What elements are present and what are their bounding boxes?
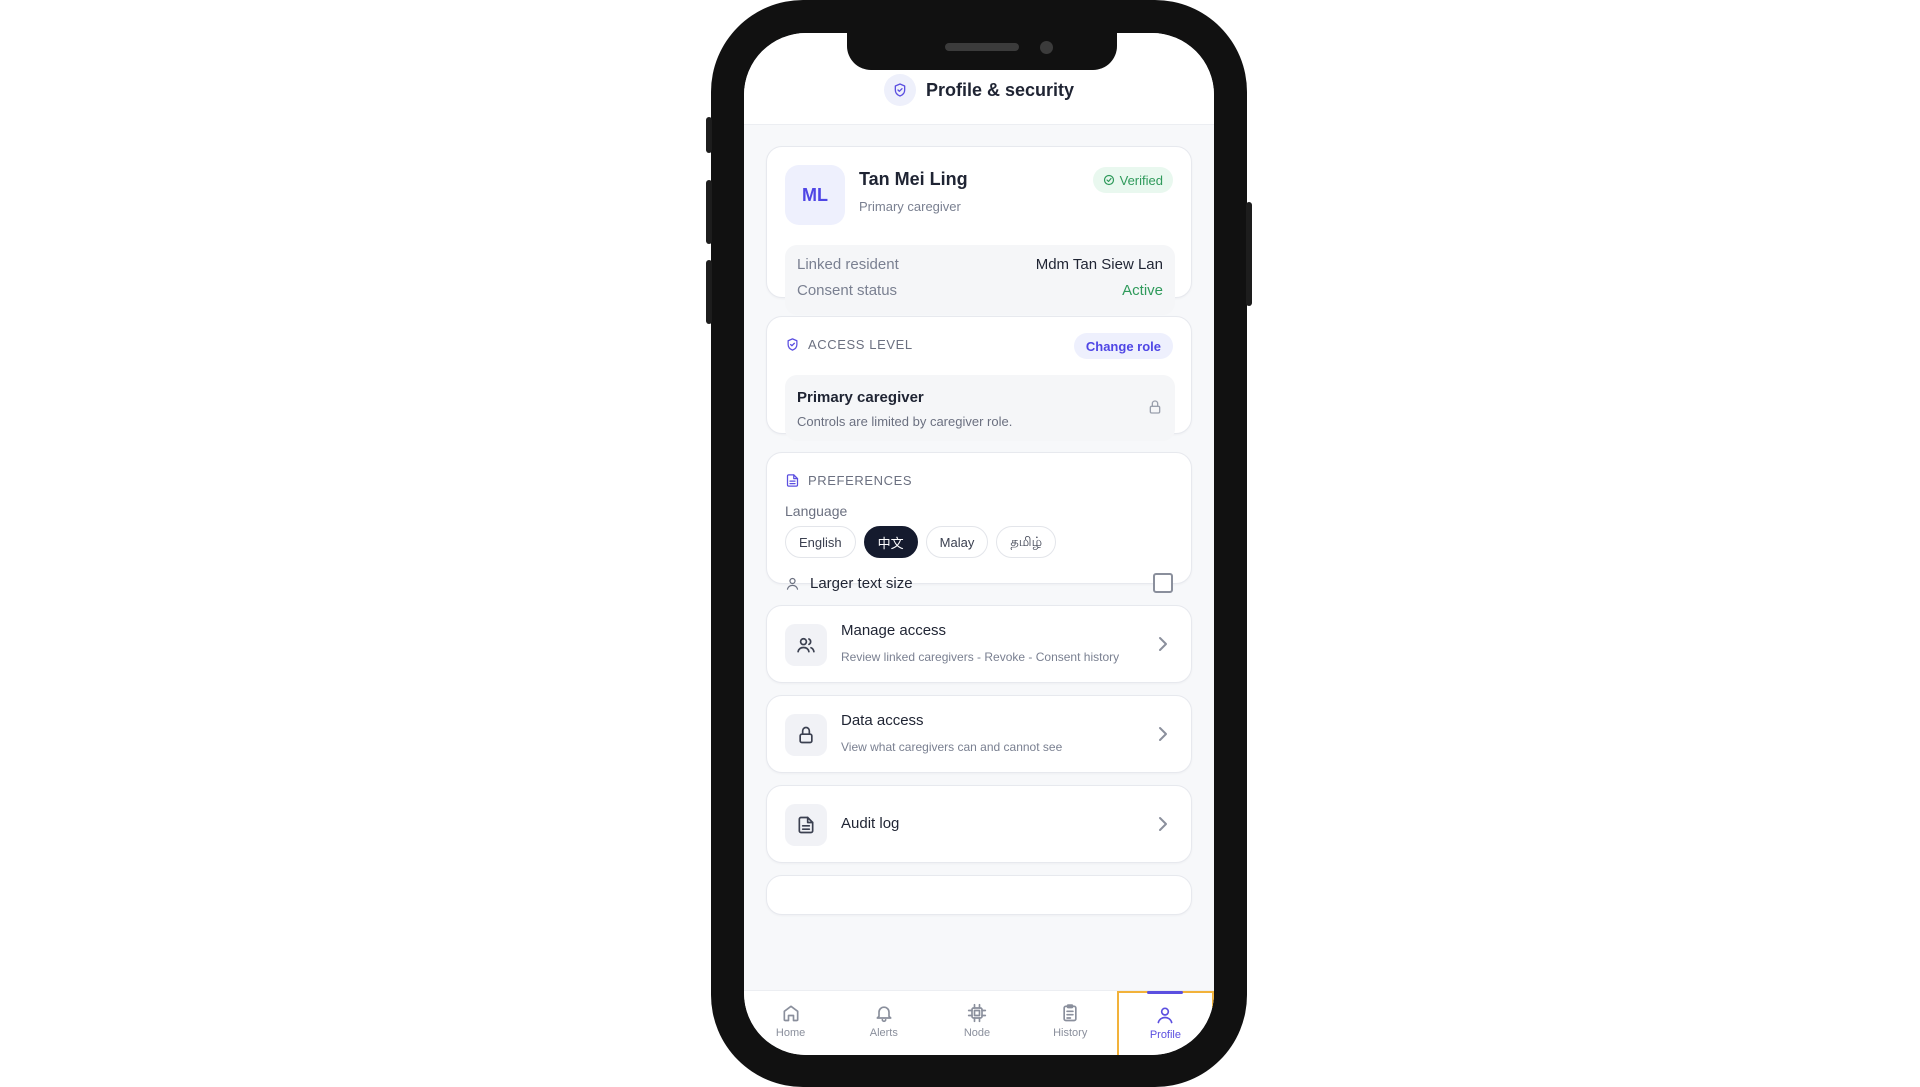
chevron-right-icon — [1157, 635, 1169, 658]
audit-log-title: Audit log — [841, 815, 900, 832]
phone-power-button — [1246, 202, 1252, 306]
nav-profile-label: Profile — [1149, 1029, 1181, 1041]
notch — [847, 33, 1117, 70]
lock-icon — [1147, 399, 1163, 420]
manage-access-subtitle: Review linked caregivers - Revoke - Cons… — [841, 650, 1120, 664]
next-list-item-partial[interactable] — [766, 875, 1192, 915]
nav-node[interactable]: Node — [930, 991, 1023, 1055]
page-title: Profile & security — [925, 79, 1075, 100]
consent-status-row: Consent status Active — [797, 282, 1163, 299]
phone-frame: Profile & security ML Tan Mei Ling Prima… — [706, 0, 1252, 1087]
preferences-title: PREFERENCES — [808, 473, 913, 488]
access-level-card: ACCESS LEVEL Change role Primary caregiv… — [766, 316, 1192, 441]
speaker — [945, 43, 1019, 51]
user-icon — [1157, 1007, 1173, 1024]
bell-icon — [876, 1006, 892, 1023]
document-icon — [785, 804, 827, 846]
profile-role: Primary caregiver — [859, 199, 961, 214]
shield-icon — [883, 74, 916, 106]
language-chip-tamil[interactable]: தமிழ் — [996, 526, 1057, 558]
bottom-nav: Home Alerts Node History Profile — [744, 990, 1214, 1055]
check-circle-icon — [1103, 174, 1114, 186]
manage-access-item[interactable]: Manage access Review linked caregivers -… — [766, 605, 1192, 683]
home-icon — [783, 1005, 799, 1022]
users-icon — [785, 624, 827, 666]
nav-history-label: History — [1053, 1027, 1088, 1039]
language-chip-chinese[interactable]: 中文 — [863, 526, 918, 558]
data-access-title: Data access — [841, 712, 924, 729]
linked-resident-row: Linked resident Mdm Tan Siew Lan — [797, 256, 1163, 273]
resident-info: Linked resident Mdm Tan Siew Lan Consent… — [785, 245, 1175, 315]
lock-icon — [785, 714, 827, 756]
language-label: Language — [785, 503, 848, 519]
language-chip-english[interactable]: English — [785, 526, 856, 558]
avatar: ML — [785, 165, 845, 225]
user-icon — [786, 577, 799, 590]
nav-home-label: Home — [775, 1027, 806, 1039]
chevron-right-icon — [1157, 725, 1169, 748]
preferences-card: PREFERENCES Language English 中文 Malay தம… — [766, 452, 1192, 593]
preferences-heading: PREFERENCES — [785, 473, 912, 488]
linked-resident-label: Linked resident — [797, 256, 899, 273]
profile-card: ML Tan Mei Ling Primary caregiver Verifi… — [766, 146, 1192, 315]
larger-text-row[interactable]: Larger text size — [785, 573, 1173, 593]
access-level-title: ACCESS LEVEL — [808, 337, 913, 352]
nav-profile[interactable]: Profile — [1116, 991, 1214, 1055]
data-access-subtitle: View what caregivers can and cannot see — [841, 740, 1063, 754]
phone-volume-down — [706, 260, 712, 324]
larger-text-label-group: Larger text size — [785, 575, 913, 592]
nav-alerts[interactable]: Alerts — [837, 991, 930, 1055]
nav-node-label: Node — [963, 1027, 991, 1039]
verified-label: Verified — [1119, 172, 1163, 188]
language-chips: English 中文 Malay தமிழ் — [785, 526, 1057, 558]
language-chip-malay[interactable]: Malay — [925, 526, 989, 558]
document-icon — [786, 474, 799, 487]
chip-icon — [967, 1003, 987, 1023]
consent-status-value: Active — [1122, 282, 1163, 299]
audit-log-item[interactable]: Audit log — [766, 785, 1192, 863]
data-access-item[interactable]: Data access View what caregivers can and… — [766, 695, 1192, 773]
consent-status-label: Consent status — [797, 282, 898, 299]
role-title: Primary caregiver — [797, 389, 924, 406]
phone-side-button — [706, 117, 712, 153]
header-title-group: Profile & security — [883, 74, 1075, 106]
role-box: Primary caregiver Controls are limited b… — [785, 375, 1175, 441]
clipboard-icon — [1063, 1004, 1077, 1022]
change-role-button[interactable]: Change role — [1073, 333, 1173, 359]
nav-alerts-label: Alerts — [869, 1027, 898, 1039]
camera — [1040, 41, 1053, 54]
phone-volume-up — [706, 180, 712, 244]
manage-access-title: Manage access — [841, 622, 947, 639]
nav-home[interactable]: Home — [744, 991, 837, 1055]
nav-history[interactable]: History — [1024, 991, 1117, 1055]
profile-name: Tan Mei Ling — [859, 169, 968, 189]
linked-resident-value: Mdm Tan Siew Lan — [1035, 256, 1163, 273]
shield-icon — [787, 338, 798, 351]
larger-text-checkbox[interactable] — [1153, 573, 1173, 593]
phone-screen: Profile & security ML Tan Mei Ling Prima… — [744, 33, 1214, 1055]
verified-badge: Verified — [1092, 167, 1173, 193]
larger-text-label: Larger text size — [810, 574, 913, 592]
role-description: Controls are limited by caregiver role. — [797, 414, 1013, 429]
chevron-right-icon — [1157, 815, 1169, 838]
access-level-heading: ACCESS LEVEL — [785, 337, 913, 352]
